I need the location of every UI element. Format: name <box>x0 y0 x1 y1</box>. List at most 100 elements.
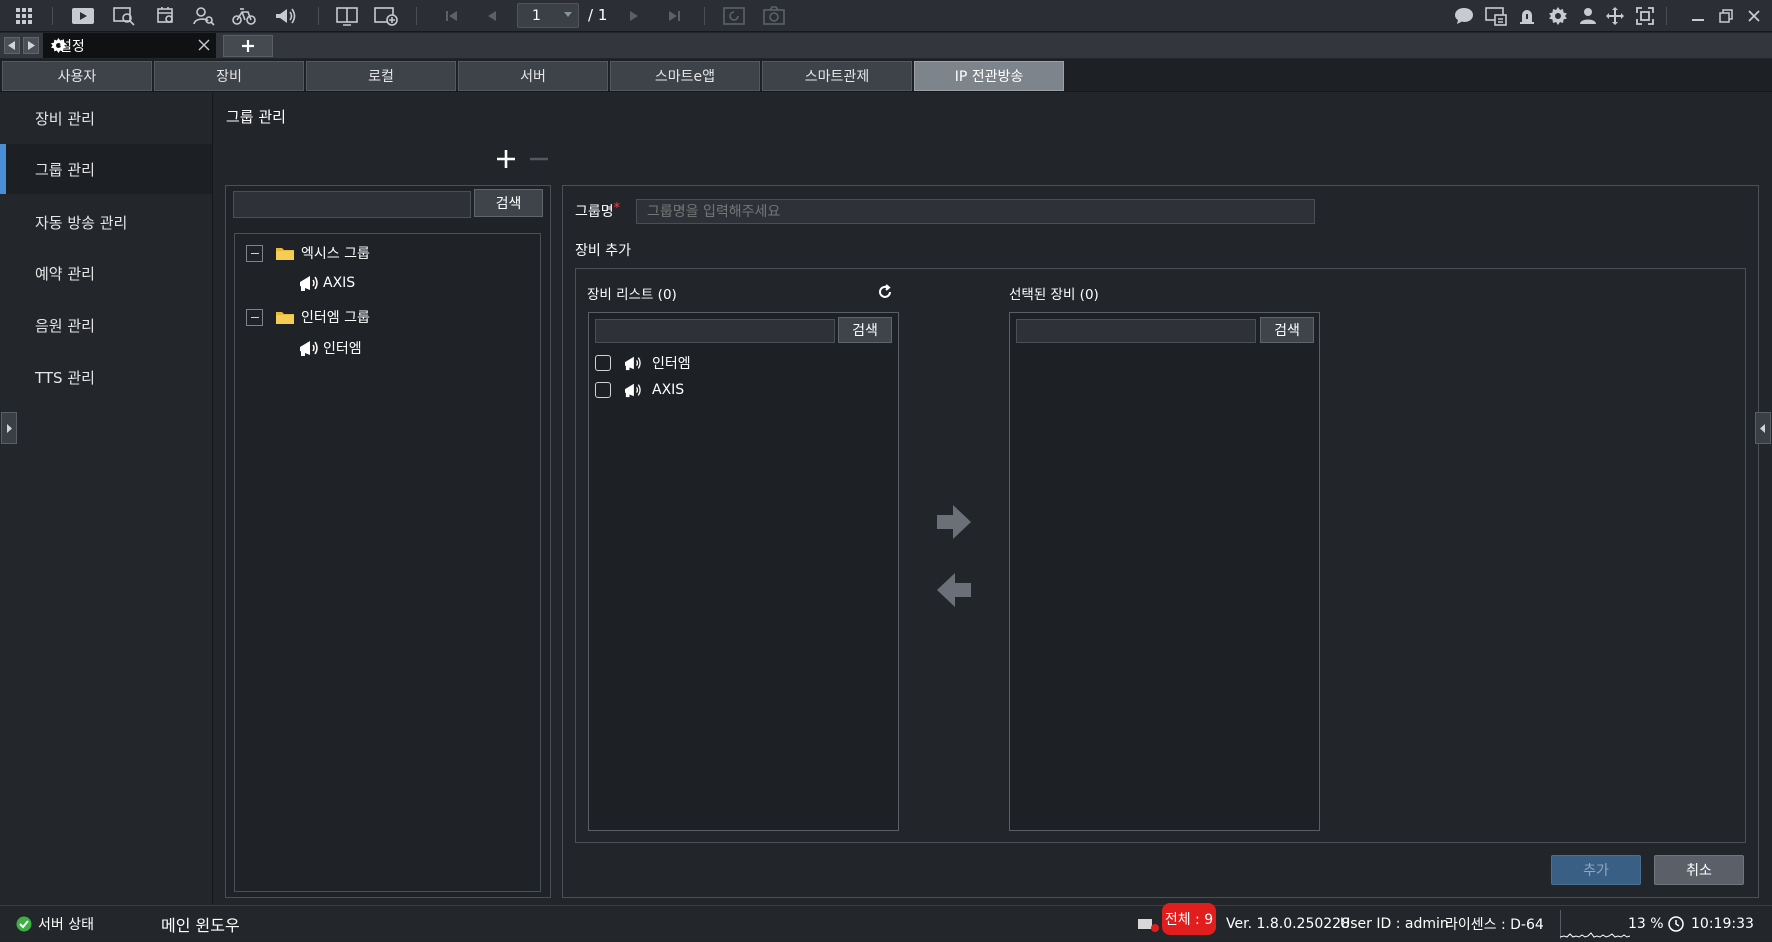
device-add-label: 장비 추가 <box>575 243 631 259</box>
tree-group-axis[interactable]: 엑시스 그룹 <box>246 243 370 263</box>
sidebar-item-device-management[interactable]: 장비 관리 <box>0 93 212 143</box>
restore-icon[interactable] <box>1713 4 1739 28</box>
add-group-button[interactable] <box>496 149 516 169</box>
device-list-search-button[interactable]: 검색 <box>838 317 892 343</box>
tab-settings[interactable]: 설정 <box>43 33 216 58</box>
sidebar: 장비 관리 그룹 관리 자동 방송 관리 예약 관리 음원 관리 TTS 관리 <box>0 93 213 904</box>
tab-scroll-right-icon[interactable] <box>23 37 39 54</box>
speaker-icon <box>298 339 320 357</box>
grid-icon[interactable] <box>11 4 37 28</box>
list-item[interactable]: 인터엠 <box>595 353 691 373</box>
alarm-icon[interactable] <box>1514 4 1540 28</box>
clock-text: 10:19:33 <box>1691 916 1754 932</box>
tree-device-axis[interactable]: AXIS <box>298 274 355 292</box>
close-tab-icon[interactable] <box>196 37 212 53</box>
page-total: / 1 <box>588 6 608 24</box>
checkbox[interactable] <box>595 382 611 398</box>
status-bar: 서버 상태 메인 윈도우 Ver. 1.8.0.250228 User ID :… <box>0 905 1772 941</box>
sidebar-item-auto-broadcast[interactable]: 자동 방송 관리 <box>0 197 212 247</box>
prev-page-icon[interactable] <box>479 4 505 28</box>
chevron-left-icon <box>1760 423 1765 433</box>
selected-list-search-input[interactable] <box>1016 319 1256 343</box>
play-icon[interactable] <box>70 4 96 28</box>
chevron-right-icon <box>7 423 12 433</box>
version-text: Ver. 1.8.0.250228 <box>1226 916 1350 932</box>
cancel-button[interactable]: 취소 <box>1654 855 1744 885</box>
tab-ip-broadcast[interactable]: IP 전관방송 <box>914 61 1064 91</box>
tab-local[interactable]: 로컬 <box>306 61 456 91</box>
delete-group-button[interactable] <box>529 149 549 169</box>
minimize-icon[interactable] <box>1685 4 1711 28</box>
group-tree <box>234 233 541 892</box>
total-count-badge[interactable]: 전체 : 9 <box>1162 903 1216 935</box>
required-mark: * <box>613 201 621 216</box>
last-page-icon[interactable] <box>661 4 687 28</box>
fullscreen-icon[interactable] <box>1632 4 1658 28</box>
right-panel-handle[interactable] <box>1755 412 1771 444</box>
user-icon[interactable] <box>1575 4 1601 28</box>
tab-user[interactable]: 사용자 <box>2 61 152 91</box>
bike-icon[interactable] <box>231 4 257 28</box>
search-video-icon[interactable] <box>111 4 137 28</box>
tree-search-input[interactable] <box>233 191 471 218</box>
camera-alert-icon[interactable] <box>1137 906 1161 942</box>
chevron-down-icon <box>564 12 572 17</box>
add-tab-button[interactable] <box>223 35 273 57</box>
tab-settings-label: 설정 <box>59 38 85 55</box>
collapse-icon[interactable] <box>246 308 263 326</box>
page-title: 그룹 관리 <box>226 108 286 126</box>
add-button[interactable]: 추가 <box>1551 855 1641 885</box>
snapshot-icon[interactable] <box>761 4 787 28</box>
move-icon[interactable] <box>1602 4 1628 28</box>
chat-icon[interactable] <box>1451 4 1477 28</box>
next-page-icon[interactable] <box>621 4 647 28</box>
tab-smart-e-app[interactable]: 스마트e앱 <box>610 61 760 91</box>
refresh-icon[interactable] <box>876 283 894 301</box>
add-screen-icon[interactable] <box>373 4 399 28</box>
layout-icon[interactable] <box>334 4 360 28</box>
user-id-text: User ID : admin <box>1340 916 1449 932</box>
tree-device-interm[interactable]: 인터엠 <box>298 338 362 358</box>
tab-smart-control[interactable]: 스마트관제 <box>762 61 912 91</box>
selected-device-list <box>1009 312 1320 831</box>
sidebar-item-reservation[interactable]: 예약 관리 <box>0 248 212 298</box>
folder-icon <box>275 245 295 261</box>
first-page-icon[interactable] <box>439 4 465 28</box>
broadcast-icon[interactable] <box>272 4 298 28</box>
device-list-title: 장비 리스트 (0) <box>587 287 677 303</box>
close-icon[interactable] <box>1741 4 1767 28</box>
move-left-button[interactable] <box>935 571 973 609</box>
group-name-label-text: 그룹명 <box>575 204 614 220</box>
selected-list-title: 선택된 장비 (0) <box>1009 287 1099 303</box>
person-search-icon[interactable] <box>191 4 217 28</box>
speaker-icon <box>623 382 643 398</box>
selected-list-search-button[interactable]: 검색 <box>1260 317 1314 343</box>
event-search-icon[interactable] <box>153 4 179 28</box>
move-right-button[interactable] <box>935 503 973 541</box>
group-name-input[interactable] <box>636 199 1315 224</box>
arrow-left-icon <box>937 573 971 607</box>
page-selector[interactable]: 1 <box>517 3 579 28</box>
sequence-icon[interactable] <box>721 4 747 28</box>
tab-device[interactable]: 장비 <box>154 61 304 91</box>
collapse-icon[interactable] <box>246 244 263 262</box>
device-list-search-input[interactable] <box>595 319 835 343</box>
sidebar-item-tts[interactable]: TTS 관리 <box>0 352 212 402</box>
license-text: 라이센스 : D-64 <box>1445 917 1544 933</box>
group-name-label: 그룹명* <box>575 201 620 221</box>
sidebar-item-audio[interactable]: 음원 관리 <box>0 300 212 350</box>
monitor-icon[interactable] <box>1483 4 1509 28</box>
tree-search-button[interactable]: 검색 <box>474 189 543 217</box>
tree-device-label: AXIS <box>323 275 356 291</box>
settings-icon[interactable] <box>1545 4 1571 28</box>
checkbox[interactable] <box>595 355 611 371</box>
sidebar-item-group-management[interactable]: 그룹 관리 <box>0 144 212 194</box>
sidebar-collapse-handle[interactable] <box>1 412 17 444</box>
tree-group-interm[interactable]: 인터엠 그룹 <box>246 307 370 327</box>
tab-scroll-left-icon[interactable] <box>4 37 20 54</box>
list-item[interactable]: AXIS <box>595 382 684 398</box>
server-status[interactable]: 서버 상태 <box>16 906 94 942</box>
tab-server[interactable]: 서버 <box>458 61 608 91</box>
top-toolbar: 1 / 1 <box>0 0 1772 32</box>
settings-category-tabs: 사용자 장비 로컬 서버 스마트e앱 스마트관제 IP 전관방송 <box>0 59 1772 92</box>
